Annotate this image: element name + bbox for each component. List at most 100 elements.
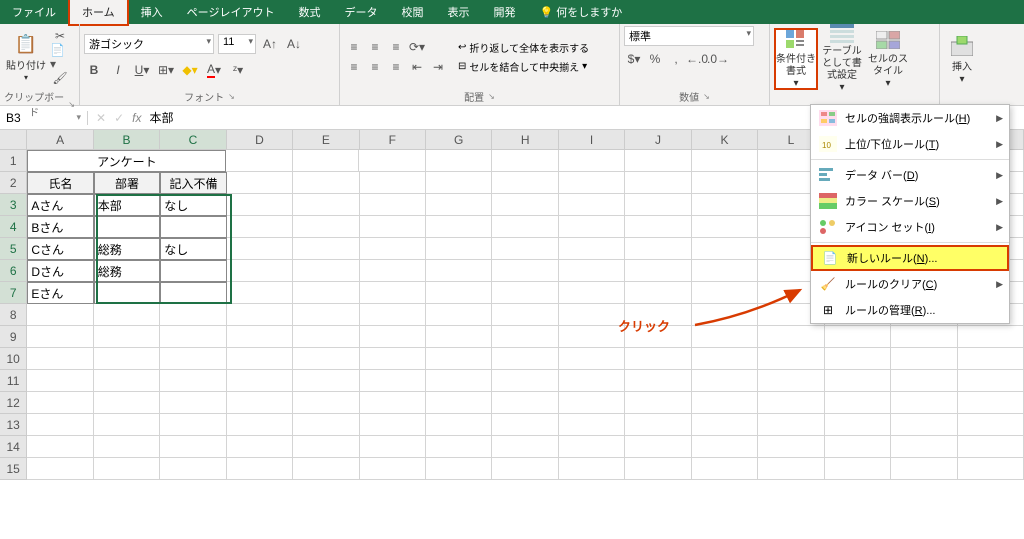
name-box[interactable]: B3▾ bbox=[0, 111, 88, 125]
col-header[interactable]: H bbox=[492, 130, 558, 149]
tab-view[interactable]: 表示 bbox=[435, 0, 481, 24]
menu-new-rule[interactable]: 📄 新しいルール(N)... bbox=[811, 245, 1009, 271]
font-size-combo[interactable]: 11 bbox=[218, 34, 256, 54]
row-header[interactable]: 15 bbox=[0, 458, 27, 480]
col-header[interactable]: A bbox=[27, 130, 93, 149]
italic-button[interactable]: I bbox=[108, 60, 128, 80]
wrap-text-button[interactable]: ↩折り返して全体を表示する bbox=[456, 38, 591, 57]
cell[interactable]: 総務 bbox=[94, 238, 160, 260]
row-header[interactable]: 14 bbox=[0, 436, 27, 458]
cell[interactable]: Bさん bbox=[27, 216, 93, 238]
increase-font-button[interactable]: A↑ bbox=[260, 34, 280, 54]
row-header[interactable]: 4 bbox=[0, 216, 27, 238]
tab-formulas[interactable]: 数式 bbox=[286, 0, 332, 24]
font-color-button[interactable]: A▾ bbox=[204, 60, 224, 80]
format-painter-button[interactable]: 🖌 bbox=[50, 68, 70, 88]
row-header[interactable]: 10 bbox=[0, 348, 27, 370]
cell[interactable]: Dさん bbox=[27, 260, 93, 282]
menu-highlight-cells[interactable]: セルの強調表示ルール(H) ▶ bbox=[811, 105, 1009, 131]
col-header[interactable]: D bbox=[227, 130, 293, 149]
cell[interactable] bbox=[160, 216, 226, 238]
cell[interactable]: なし bbox=[160, 238, 226, 260]
col-header[interactable]: K bbox=[692, 130, 758, 149]
row-header[interactable]: 8 bbox=[0, 304, 27, 326]
cancel-icon[interactable]: ✕ bbox=[96, 111, 106, 125]
orientation-button[interactable]: ⟳▾ bbox=[407, 37, 427, 57]
cell[interactable]: アンケート bbox=[27, 150, 226, 172]
row-header[interactable]: 11 bbox=[0, 370, 27, 392]
align-bottom-button[interactable]: ≡ bbox=[386, 37, 406, 57]
col-header[interactable]: C bbox=[160, 130, 226, 149]
number-launcher[interactable]: ↘ bbox=[703, 92, 710, 101]
align-middle-button[interactable]: ≡ bbox=[365, 37, 385, 57]
menu-color-scales[interactable]: カラー スケール(S) ▶ bbox=[811, 188, 1009, 214]
tab-developer[interactable]: 開発 bbox=[481, 0, 527, 24]
fx-icon[interactable]: fx bbox=[132, 111, 141, 125]
insert-cells-button[interactable]: 挿入 ▾ bbox=[944, 28, 980, 90]
paste-button[interactable]: 📋 貼り付け▾ bbox=[4, 26, 48, 88]
fill-color-button[interactable]: ◆▾ bbox=[180, 60, 200, 80]
cell[interactable]: 総務 bbox=[94, 260, 160, 282]
cell[interactable]: Eさん bbox=[27, 282, 93, 304]
conditional-format-button[interactable]: 条件付き書式 ▾ bbox=[774, 28, 818, 90]
tab-home[interactable]: ホーム bbox=[68, 0, 129, 26]
cell-styles-button[interactable]: セルのスタイル ▾ bbox=[866, 28, 910, 90]
phonetic-button[interactable]: ᶻ▾ bbox=[228, 60, 248, 80]
menu-icon-sets[interactable]: アイコン セット(I) ▶ bbox=[811, 214, 1009, 240]
row-header[interactable]: 5 bbox=[0, 238, 27, 260]
accounting-button[interactable]: $▾ bbox=[624, 49, 644, 69]
cell[interactable]: 氏名 bbox=[27, 172, 93, 194]
cell[interactable]: Cさん bbox=[27, 238, 93, 260]
border-button[interactable]: ⊞▾ bbox=[156, 60, 176, 80]
indent-inc-button[interactable]: ⇥ bbox=[428, 57, 448, 77]
underline-button[interactable]: U▾ bbox=[132, 60, 152, 80]
col-header[interactable]: G bbox=[426, 130, 492, 149]
cell[interactable] bbox=[226, 150, 292, 172]
align-top-button[interactable]: ≡ bbox=[344, 37, 364, 57]
menu-clear-rules[interactable]: 🧹 ルールのクリア(C) ▶ bbox=[811, 271, 1009, 297]
tab-insert[interactable]: 挿入 bbox=[129, 0, 175, 24]
merge-center-button[interactable]: ⊟セルを結合して中央揃え ▾ bbox=[456, 57, 591, 76]
bold-button[interactable]: B bbox=[84, 60, 104, 80]
col-header[interactable]: B bbox=[94, 130, 160, 149]
cell[interactable] bbox=[160, 260, 226, 282]
formula-input[interactable]: 本部 bbox=[149, 109, 173, 126]
tab-file[interactable]: ファイル bbox=[0, 0, 68, 24]
font-launcher[interactable]: ↘ bbox=[228, 92, 235, 101]
row-header[interactable]: 9 bbox=[0, 326, 27, 348]
number-format-combo[interactable]: 標準 bbox=[624, 26, 754, 46]
tab-pagelayout[interactable]: ページレイアウト bbox=[175, 0, 287, 24]
col-header[interactable]: E bbox=[293, 130, 359, 149]
row-header[interactable]: 2 bbox=[0, 172, 27, 194]
tellme[interactable]: 💡 何をしますか bbox=[527, 0, 634, 24]
font-name-combo[interactable]: 游ゴシック bbox=[84, 34, 214, 54]
menu-manage-rules[interactable]: ⊞ ルールの管理(R)... bbox=[811, 297, 1009, 323]
increase-decimal-button[interactable]: ←.0 bbox=[687, 49, 707, 69]
clipboard-launcher[interactable]: ↘ bbox=[68, 100, 75, 109]
row-header[interactable]: 13 bbox=[0, 414, 27, 436]
align-center-button[interactable]: ≡ bbox=[365, 57, 385, 77]
cell[interactable]: 記入不備 bbox=[160, 172, 226, 194]
col-header[interactable]: J bbox=[625, 130, 691, 149]
indent-dec-button[interactable]: ⇤ bbox=[407, 57, 427, 77]
select-all-corner[interactable] bbox=[0, 130, 27, 149]
cell[interactable]: Aさん bbox=[27, 194, 93, 216]
cell[interactable]: 部署 bbox=[94, 172, 160, 194]
menu-data-bars[interactable]: データ バー(D) ▶ bbox=[811, 162, 1009, 188]
col-header[interactable]: F bbox=[360, 130, 426, 149]
col-header[interactable]: I bbox=[559, 130, 625, 149]
align-launcher[interactable]: ↘ bbox=[488, 92, 495, 101]
align-right-button[interactable]: ≡ bbox=[386, 57, 406, 77]
row-header[interactable]: 3 bbox=[0, 194, 27, 216]
comma-button[interactable]: , bbox=[666, 49, 686, 69]
row-header[interactable]: 12 bbox=[0, 392, 27, 414]
align-left-button[interactable]: ≡ bbox=[344, 57, 364, 77]
tab-review[interactable]: 校閲 bbox=[389, 0, 435, 24]
decrease-font-button[interactable]: A↓ bbox=[284, 34, 304, 54]
menu-top-bottom[interactable]: 10 上位/下位ルール(T) ▶ bbox=[811, 131, 1009, 157]
cell[interactable] bbox=[160, 282, 226, 304]
row-header[interactable]: 6 bbox=[0, 260, 27, 282]
cell[interactable] bbox=[94, 216, 160, 238]
percent-button[interactable]: % bbox=[645, 49, 665, 69]
copy-button[interactable]: 📄▾ bbox=[50, 47, 70, 67]
